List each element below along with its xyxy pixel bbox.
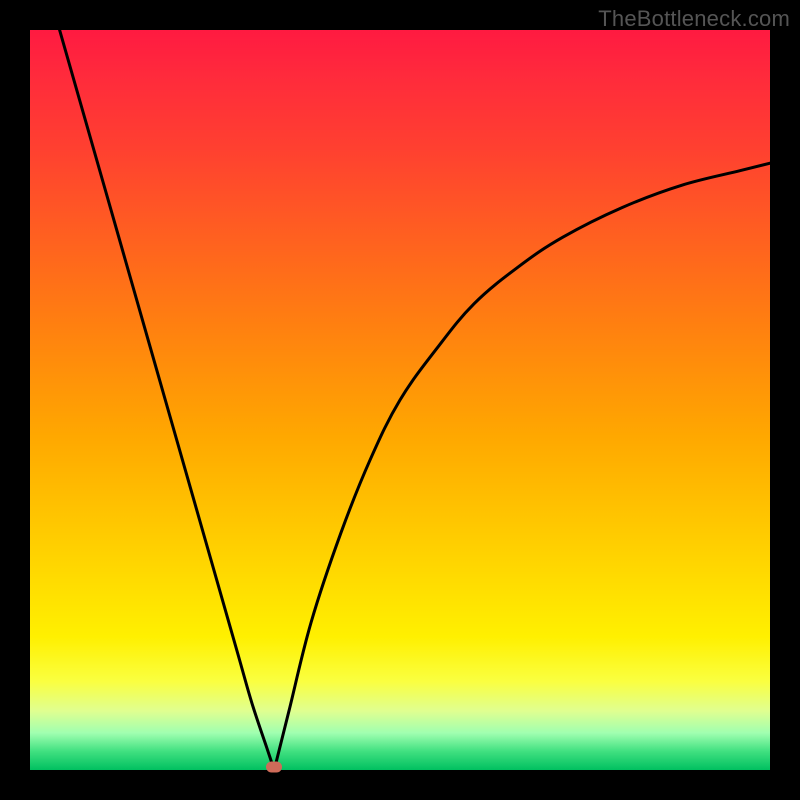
- curve-right-branch: [274, 163, 770, 770]
- chart-frame: TheBottleneck.com: [0, 0, 800, 800]
- curve-left-branch: [60, 30, 275, 770]
- minimum-marker: [266, 762, 282, 773]
- plot-area: [30, 30, 770, 770]
- curve-svg: [30, 30, 770, 770]
- watermark-text: TheBottleneck.com: [598, 6, 790, 32]
